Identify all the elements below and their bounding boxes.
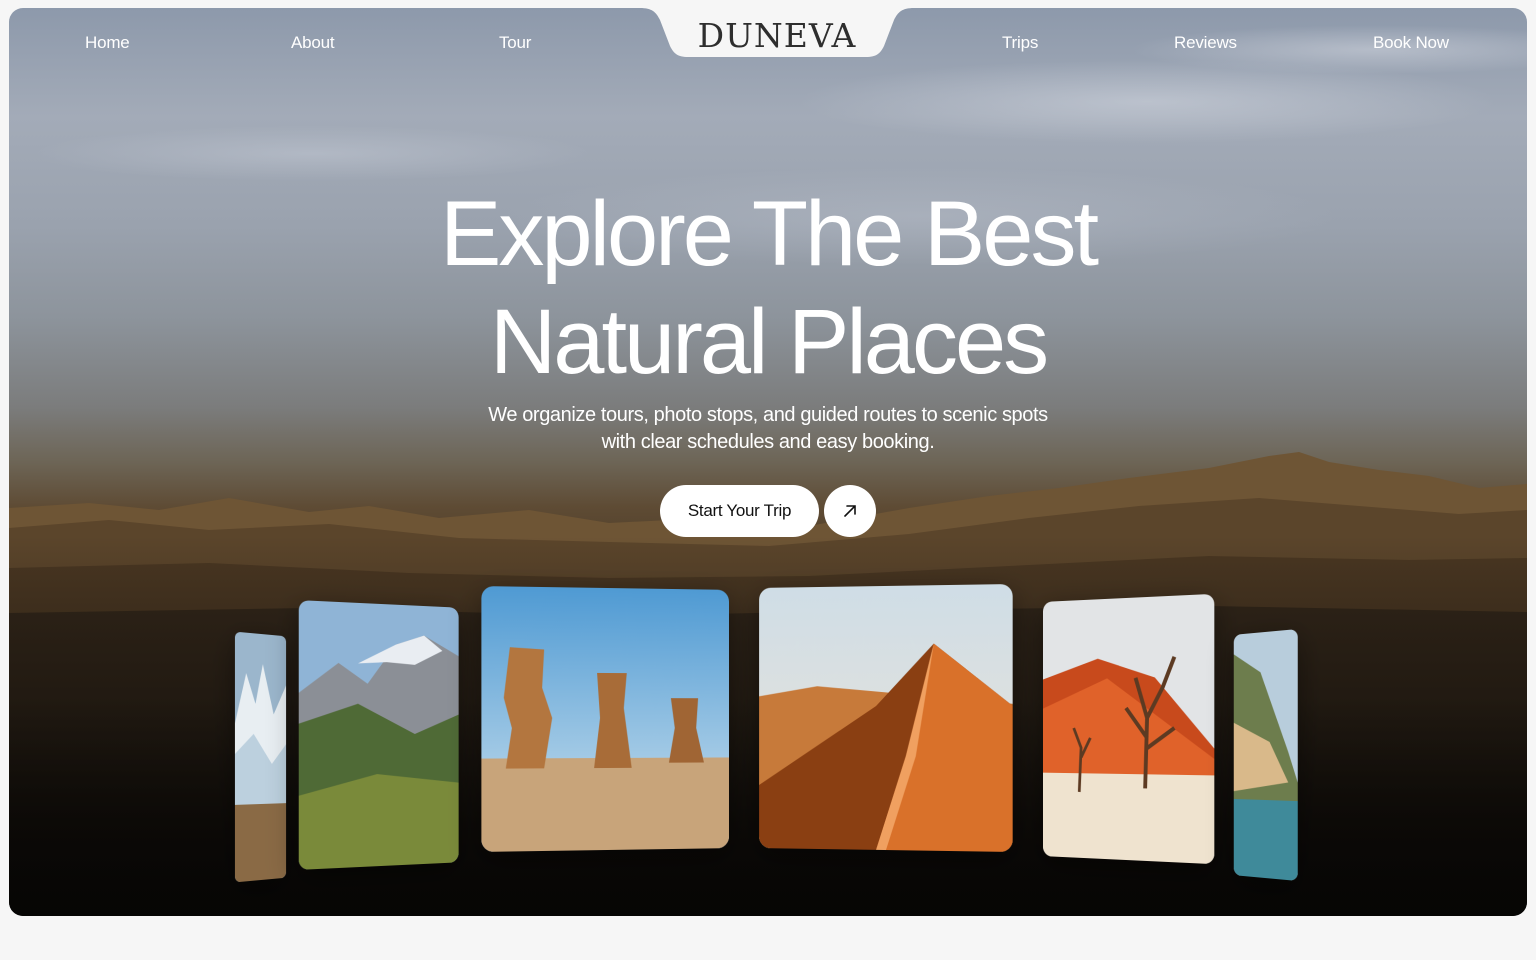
start-trip-button[interactable]: Start Your Trip [660, 485, 819, 537]
gallery-card-glacier[interactable] [234, 631, 287, 883]
hero-headline: Explore The Best Natural Places [9, 180, 1527, 396]
arrow-up-right-icon [844, 505, 856, 517]
hero-subtitle: We organize tours, photo stops, and guid… [418, 402, 1118, 456]
gallery-card-alpine-valley[interactable] [298, 600, 459, 870]
headline-line-2: Natural Places [489, 291, 1049, 393]
gallery-card-rock-pillars[interactable] [481, 586, 730, 852]
subtitle-line-2: with clear schedules and easy booking. [601, 431, 935, 453]
nav-book-now-link[interactable]: Book Now [1373, 33, 1449, 53]
nav-home-link[interactable]: Home [85, 33, 130, 53]
headline-line-1: Explore The Best [439, 183, 1099, 285]
nav-tour-link[interactable]: Tour [499, 33, 531, 53]
gallery-card-sand-dune[interactable] [759, 584, 1013, 852]
nav-trips-link[interactable]: Trips [1002, 33, 1038, 53]
start-trip-arrow-button[interactable] [824, 485, 876, 537]
nav-reviews-link[interactable]: Reviews [1174, 33, 1237, 53]
brand-logo[interactable]: DUNEVA [640, 16, 914, 55]
gallery-card-coastal-cliff[interactable] [1233, 629, 1298, 881]
hero-section: Home About Tour Trips Reviews Book Now D… [9, 8, 1527, 916]
gallery-card-dead-trees[interactable] [1042, 593, 1215, 865]
nav-about-link[interactable]: About [291, 33, 335, 53]
subtitle-line-1: We organize tours, photo stops, and guid… [488, 404, 1048, 426]
